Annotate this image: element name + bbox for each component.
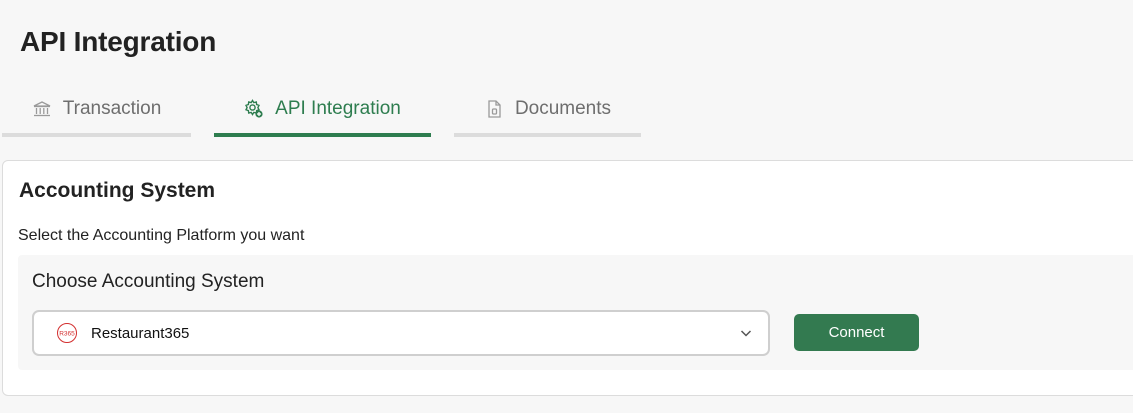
chevron-down-icon [738, 325, 754, 341]
restaurant365-logo: R365 [56, 322, 78, 344]
tab-bar: Transaction API Integration Documents [0, 84, 660, 138]
card-subtitle: Select the Accounting Platform you want [18, 227, 305, 244]
document-icon [484, 99, 504, 119]
accounting-system-card: Accounting System Select the Accounting … [2, 160, 1133, 396]
bank-icon [32, 99, 52, 119]
choose-system-panel: Choose Accounting System R365 Restaurant… [18, 255, 1133, 370]
accounting-system-select[interactable]: R365 Restaurant365 [32, 310, 770, 356]
card-title: Accounting System [19, 179, 216, 202]
page-title: API Integration [20, 26, 217, 57]
svg-text:R365: R365 [59, 331, 75, 338]
tab-api-integration[interactable]: API Integration [214, 84, 431, 137]
gear-plus-icon [244, 98, 264, 119]
tab-transaction[interactable]: Transaction [2, 84, 191, 137]
connect-button[interactable]: Connect [794, 314, 919, 351]
tab-documents[interactable]: Documents [454, 84, 641, 137]
section-title: Choose Accounting System [32, 271, 265, 292]
tab-label: Transaction [62, 97, 162, 119]
selected-system-value: Restaurant365 [91, 324, 190, 342]
tab-label: API Integration [275, 97, 401, 119]
tab-label: Documents [514, 97, 612, 119]
